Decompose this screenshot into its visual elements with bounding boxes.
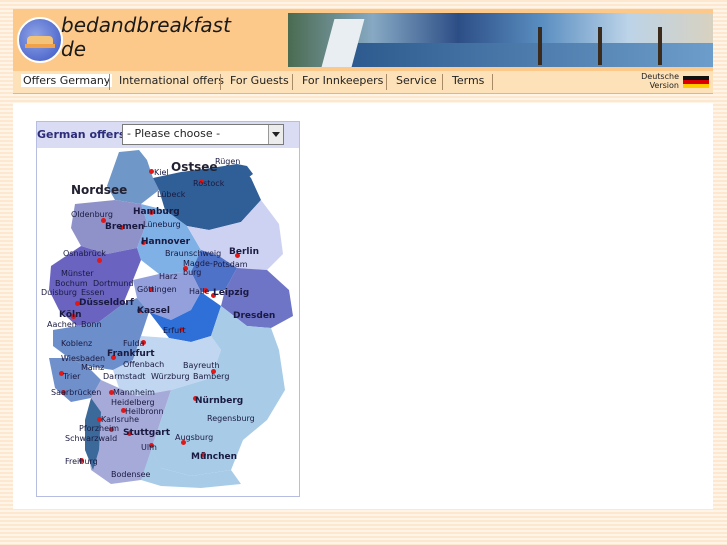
map-city-ruegen[interactable]: Rügen xyxy=(215,157,240,166)
logo-line-1: bedandbreakfast xyxy=(61,13,231,37)
map-city-darmstadt[interactable]: Darmstadt xyxy=(103,372,145,381)
map-city-dresden[interactable]: Dresden xyxy=(233,311,275,321)
map-city-dortmund[interactable]: Dortmund xyxy=(93,279,134,288)
german-flag-icon[interactable] xyxy=(683,76,709,88)
map-city-bamberg[interactable]: Bamberg xyxy=(193,372,229,381)
map-city-mainz[interactable]: Mainz xyxy=(81,363,104,372)
map-city-regensburg[interactable]: Regensburg xyxy=(207,414,255,423)
region-select-value: - Please choose - xyxy=(127,127,221,140)
nav-divider xyxy=(109,74,110,90)
map-city-bonn[interactable]: Bonn xyxy=(81,320,102,329)
map-city-bodensee[interactable]: Bodensee xyxy=(111,470,150,479)
map-city-mannheim[interactable]: Mannheim xyxy=(113,388,155,397)
map-city-freiburg[interactable]: Freiburg xyxy=(65,457,98,466)
map-city-offenbach[interactable]: Offenbach xyxy=(123,360,164,369)
map-city-bremen[interactable]: Bremen xyxy=(105,222,144,232)
map-city-kassel[interactable]: Kassel xyxy=(137,306,170,316)
map-city-trier[interactable]: Trier xyxy=(63,372,80,381)
bed-logo-icon[interactable] xyxy=(17,17,63,63)
map-city-rostock[interactable]: Rostock xyxy=(193,179,224,188)
map-city-saarbruecken[interactable]: Saarbrücken xyxy=(51,388,101,397)
site-header: bedandbreakfast de xyxy=(13,9,713,71)
map-city-muenster[interactable]: Münster xyxy=(61,269,94,278)
map-city-augsburg[interactable]: Augsburg xyxy=(175,433,213,442)
nav-divider xyxy=(442,74,443,90)
map-city-harz[interactable]: Harz xyxy=(159,272,177,281)
map-city-wuerzburg[interactable]: Würzburg xyxy=(151,372,190,381)
map-sea-label: Nordsee xyxy=(71,183,128,197)
nav-for-guests[interactable]: For Guests xyxy=(230,74,289,87)
chevron-down-icon[interactable] xyxy=(268,125,283,144)
nav-terms[interactable]: Terms xyxy=(452,74,484,87)
map-city-magdeburg[interactable]: Magde-burg xyxy=(183,259,213,277)
map-city-duesseldorf[interactable]: Düsseldorf xyxy=(79,298,134,308)
site-logo-text[interactable]: bedandbreakfast de xyxy=(61,13,231,61)
nav-offers-germany[interactable]: Offers Germany xyxy=(21,74,113,87)
map-city-oldenburg[interactable]: Oldenburg xyxy=(71,210,113,219)
map-city-fulda[interactable]: Fulda xyxy=(123,339,144,348)
german-offers-panel: German offers - Please choose - Nordsee … xyxy=(36,121,300,497)
map-city-hamburg[interactable]: Hamburg xyxy=(133,207,180,217)
germany-map[interactable]: Nordsee Ostsee Rügen Kiel Rostock Lübeck… xyxy=(41,150,295,490)
nav-divider xyxy=(386,74,387,90)
map-city-osnabrueck[interactable]: Osnabrück xyxy=(63,249,106,258)
nav-divider xyxy=(292,74,293,90)
map-city-berlin[interactable]: Berlin xyxy=(229,247,259,257)
map-sea-label: Ostsee xyxy=(171,160,218,174)
map-city-luebeck[interactable]: Lübeck xyxy=(157,190,185,199)
map-city-braunschweig[interactable]: Braunschweig xyxy=(165,249,221,258)
map-city-frankfurt[interactable]: Frankfurt xyxy=(107,349,155,359)
nav-international-offers[interactable]: International offers xyxy=(119,74,224,87)
nav-service[interactable]: Service xyxy=(396,74,437,87)
main-nav: Offers Germany International offers For … xyxy=(13,71,713,94)
main-content: German offers - Please choose - Nordsee … xyxy=(13,103,713,509)
panel-title: German offers xyxy=(37,128,126,141)
map-city-erfurt[interactable]: Erfurt xyxy=(163,326,186,335)
map-city-pforzheim[interactable]: Pforzheim xyxy=(79,424,119,433)
map-city-hannover[interactable]: Hannover xyxy=(141,237,190,247)
german-version-line-2: Version xyxy=(649,81,679,90)
map-city-bayreuth[interactable]: Bayreuth xyxy=(183,361,219,370)
map-city-bochum[interactable]: Bochum xyxy=(55,279,88,288)
map-city-wiesbaden[interactable]: Wiesbaden xyxy=(61,354,105,363)
city-marker-icon xyxy=(97,258,102,263)
german-version-line-1: Deutsche xyxy=(641,72,679,81)
map-city-duisburg[interactable]: Duisburg xyxy=(41,288,77,297)
map-city-leipzig[interactable]: Leipzig xyxy=(213,288,249,298)
map-city-essen[interactable]: Essen xyxy=(81,288,104,297)
map-city-heidelberg[interactable]: Heidelberg xyxy=(111,398,155,407)
header-banner-image xyxy=(288,13,713,67)
map-city-stuttgart[interactable]: Stuttgart xyxy=(123,428,170,438)
map-city-lueneburg[interactable]: Lüneburg xyxy=(143,220,181,229)
map-city-muenchen[interactable]: München xyxy=(191,452,237,462)
map-city-potsdam[interactable]: Potsdam xyxy=(213,260,248,269)
map-city-karlsruhe[interactable]: Karlsruhe xyxy=(101,415,139,424)
panel-header: German offers - Please choose - xyxy=(37,122,299,148)
map-city-ulm[interactable]: Ulm xyxy=(141,443,157,452)
nav-divider xyxy=(492,74,493,90)
german-version-link[interactable]: Deutsche Version xyxy=(641,72,679,90)
map-city-schwarzwald[interactable]: Schwarzwald xyxy=(65,434,117,443)
map-city-koeln[interactable]: Köln xyxy=(59,310,82,320)
map-city-kiel[interactable]: Kiel xyxy=(154,168,169,177)
nav-divider xyxy=(220,74,221,90)
logo-line-2: de xyxy=(61,37,86,61)
map-city-halle[interactable]: Halle xyxy=(189,287,209,296)
map-city-aachen[interactable]: Aachen xyxy=(47,320,77,329)
map-city-koblenz[interactable]: Koblenz xyxy=(61,339,92,348)
map-city-goettingen[interactable]: Göttingen xyxy=(137,285,177,294)
map-city-nuernberg[interactable]: Nürnberg xyxy=(195,396,243,406)
nav-for-innkeepers[interactable]: For Innkeepers xyxy=(302,74,383,87)
region-select[interactable]: - Please choose - xyxy=(122,124,284,145)
